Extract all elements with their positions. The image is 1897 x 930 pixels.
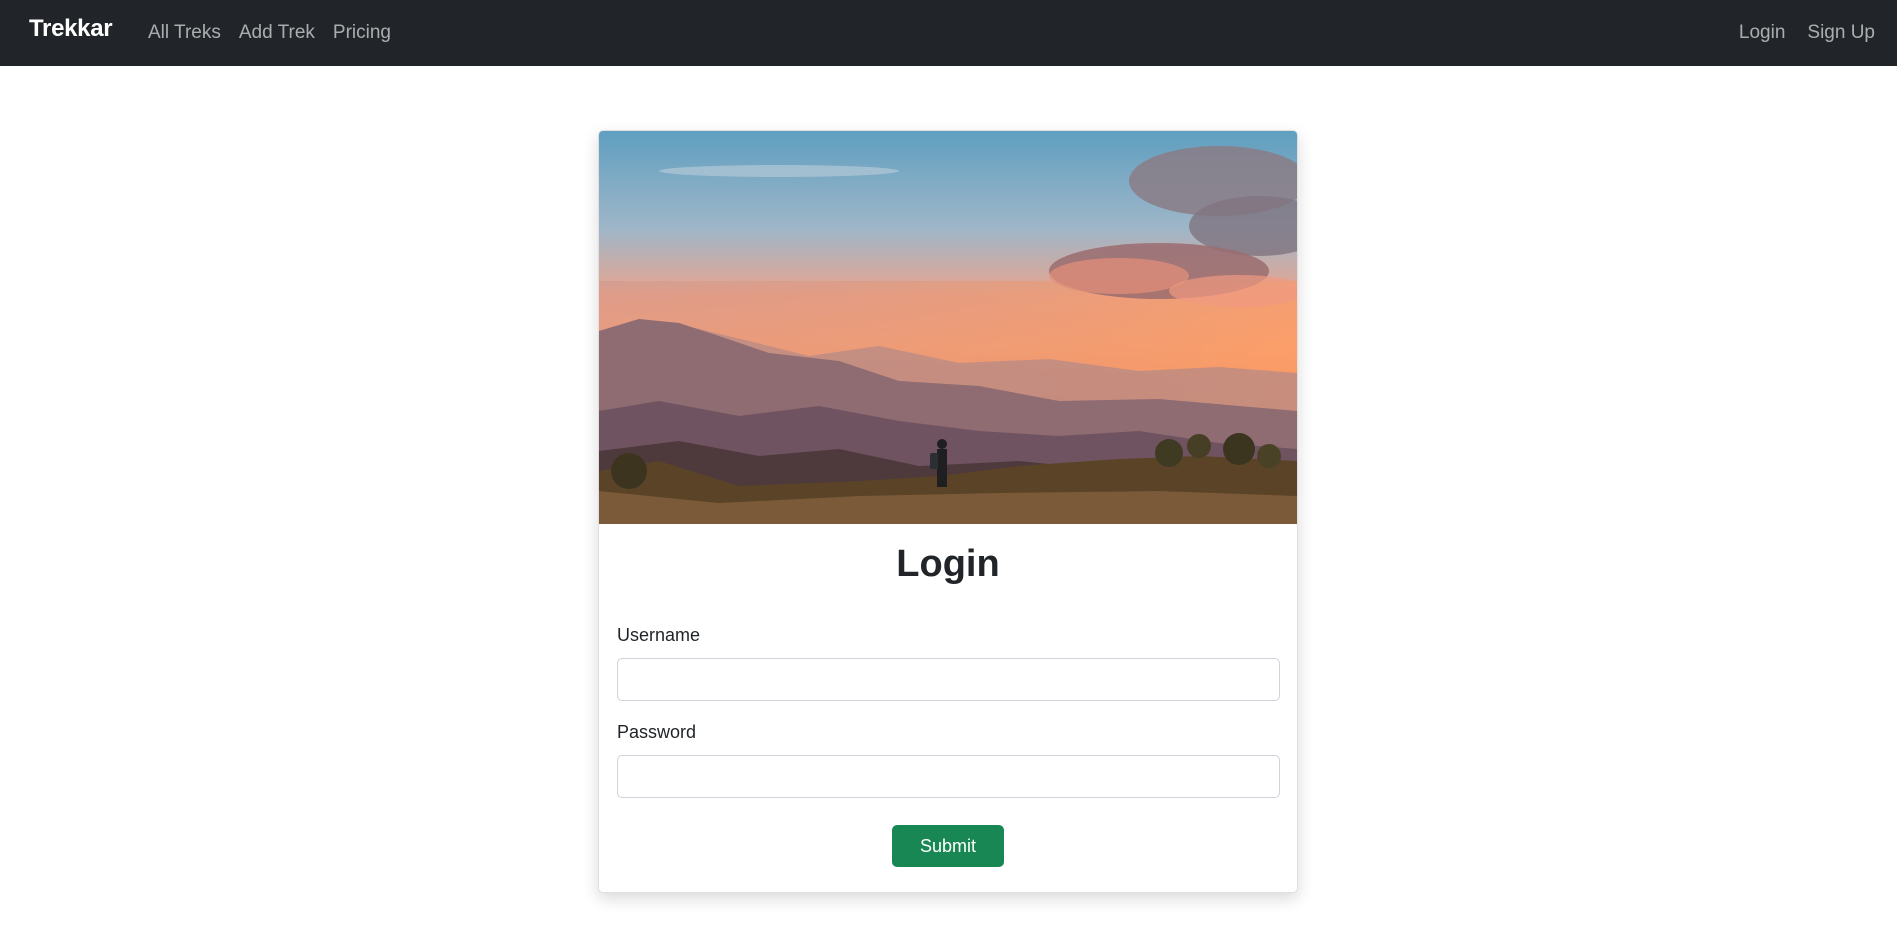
- page-title: Login: [896, 543, 1000, 585]
- password-input[interactable]: [617, 755, 1280, 798]
- nav-link-login[interactable]: Login: [1739, 22, 1786, 44]
- nav-link-pricing[interactable]: Pricing: [333, 22, 391, 44]
- top-navbar: Trekkar All Treks Add Trek Pricing Login…: [0, 0, 1897, 66]
- submit-button[interactable]: Submit: [892, 825, 1004, 867]
- mountain-sunset-hiker-image: [599, 131, 1297, 524]
- nav-link-all-treks[interactable]: All Treks: [148, 22, 221, 44]
- nav-left-links: All Treks Add Trek Pricing: [148, 0, 409, 66]
- nav-link-sign-up[interactable]: Sign Up: [1807, 22, 1875, 44]
- nav-link-add-trek[interactable]: Add Trek: [239, 22, 315, 44]
- nav-right-links: Login Sign Up: [1717, 0, 1875, 66]
- brand-logo[interactable]: Trekkar: [29, 15, 113, 43]
- password-label: Password: [617, 722, 697, 742]
- username-input[interactable]: [617, 658, 1280, 701]
- login-card: Login Username Password Submit: [598, 130, 1298, 893]
- username-label: Username: [617, 625, 701, 645]
